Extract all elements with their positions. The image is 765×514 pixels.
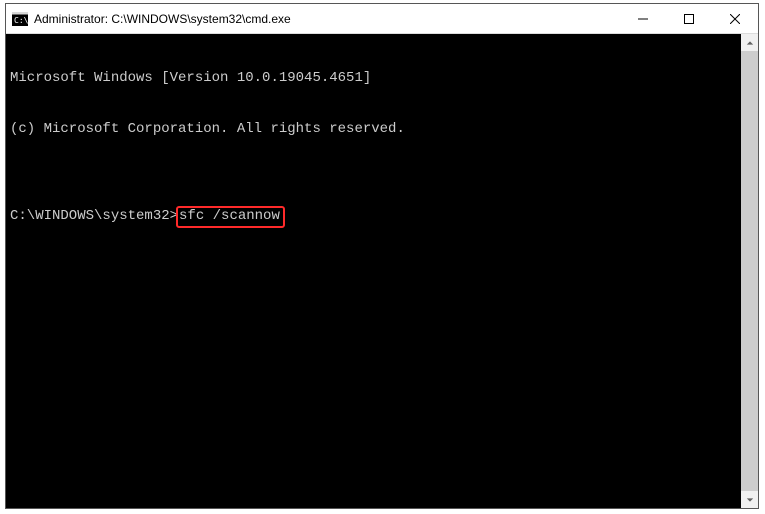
minimize-button[interactable] xyxy=(620,4,666,33)
command-highlight: sfc /scannow xyxy=(176,206,285,228)
maximize-button[interactable] xyxy=(666,4,712,33)
scroll-down-button[interactable] xyxy=(741,491,758,508)
scroll-up-button[interactable] xyxy=(741,34,758,51)
titlebar[interactable]: C:\ Administrator: C:\WINDOWS\system32\c… xyxy=(6,4,758,34)
svg-text:C:\: C:\ xyxy=(14,16,28,25)
scroll-thumb[interactable] xyxy=(741,51,758,491)
cmd-icon: C:\ xyxy=(12,11,28,27)
terminal-command: sfc /scannow xyxy=(179,208,280,224)
terminal-prompt: C:\WINDOWS\system32> xyxy=(10,208,178,224)
scroll-track[interactable] xyxy=(741,51,758,491)
scrollbar[interactable] xyxy=(741,34,758,508)
cmd-window: C:\ Administrator: C:\WINDOWS\system32\c… xyxy=(5,3,759,509)
window-title: Administrator: C:\WINDOWS\system32\cmd.e… xyxy=(34,12,291,26)
terminal-container: Microsoft Windows [Version 10.0.19045.46… xyxy=(6,34,758,508)
terminal-line-copyright: (c) Microsoft Corporation. All rights re… xyxy=(10,121,737,138)
terminal[interactable]: Microsoft Windows [Version 10.0.19045.46… xyxy=(6,34,741,508)
terminal-line-version: Microsoft Windows [Version 10.0.19045.46… xyxy=(10,70,737,87)
close-button[interactable] xyxy=(712,4,758,33)
window-controls xyxy=(620,4,758,33)
terminal-prompt-line: C:\WINDOWS\system32>sfc /scannow xyxy=(10,206,737,228)
